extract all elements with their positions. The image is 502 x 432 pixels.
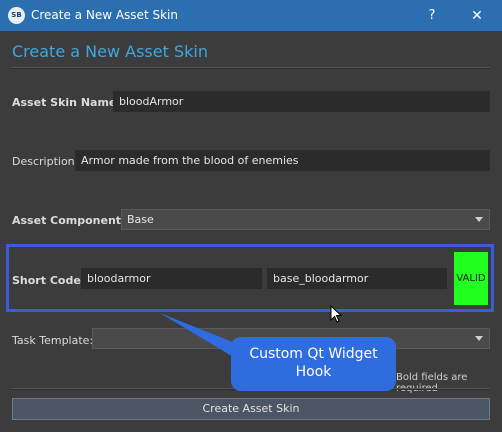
callout-line-2: Hook (295, 364, 332, 380)
help-button[interactable]: ? (422, 6, 442, 26)
chevron-down-icon (475, 217, 483, 222)
chevron-down-icon (475, 336, 483, 341)
asset-skin-name-input[interactable]: bloodArmor (113, 91, 490, 112)
callout-line-1: Custom Qt Widget (249, 346, 378, 362)
asset-skin-name-label: Asset Skin Name: (12, 96, 121, 109)
title-bar[interactable]: SB Create a New Asset Skin ? ✕ (0, 0, 502, 31)
asset-component-label: Asset Component: (12, 214, 126, 227)
description-input[interactable]: Armor made from the blood of enemies (75, 150, 490, 171)
short-code-full-field: base_bloodarmor (267, 268, 447, 289)
heading-divider (12, 67, 490, 69)
task-template-label: Task Template: (12, 334, 94, 347)
required-fields-note: Bold fields are required (396, 372, 468, 394)
short-code-label: Short Code: (12, 274, 86, 287)
asset-component-value: Base (127, 213, 154, 226)
short-code-input[interactable]: bloodarmor (81, 268, 262, 289)
description-label: Description: (12, 155, 79, 168)
close-button[interactable]: ✕ (467, 6, 487, 26)
valid-indicator: VALID (454, 252, 488, 305)
create-asset-skin-button[interactable]: Create Asset Skin (12, 398, 490, 420)
asset-component-dropdown[interactable]: Base (121, 209, 490, 230)
page-title: Create a New Asset Skin (12, 42, 208, 61)
window-title: Create a New Asset Skin (31, 8, 178, 22)
callout-bubble: Custom Qt Widget Hook (231, 337, 396, 391)
dialog-window: SB Create a New Asset Skin ? ✕ Create a … (0, 0, 502, 432)
mouse-cursor-icon (330, 305, 343, 323)
callout-pointer (160, 313, 235, 358)
app-icon: SB (8, 7, 25, 24)
